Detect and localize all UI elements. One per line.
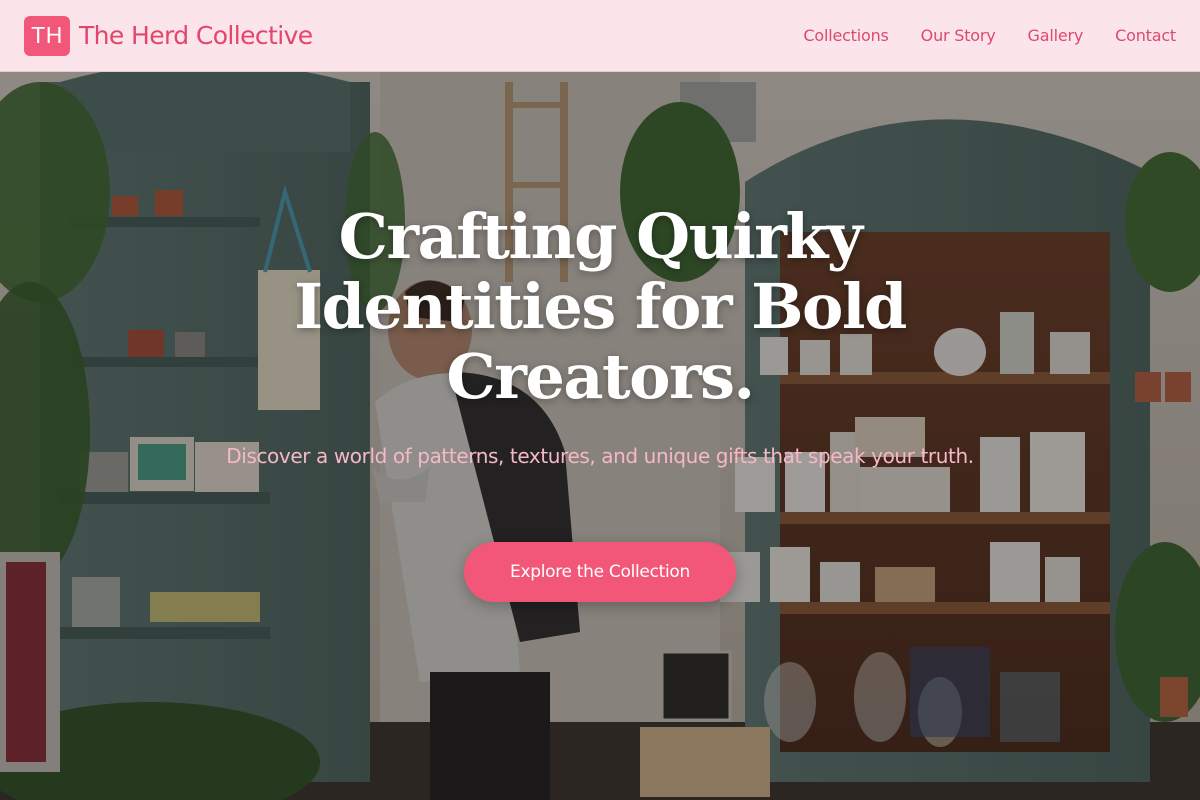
logo-mark: TH (24, 15, 70, 56)
explore-collection-button[interactable]: Explore the Collection (464, 542, 736, 602)
nav-link-contact[interactable]: Contact (1115, 26, 1176, 45)
brand-name: The Herd Collective (79, 21, 313, 50)
nav-link-our-story[interactable]: Our Story (921, 26, 996, 45)
brand-logo-link[interactable]: TH The Herd Collective (24, 15, 313, 56)
nav-link-gallery[interactable]: Gallery (1028, 26, 1084, 45)
nav-link-collections[interactable]: Collections (803, 26, 888, 45)
hero-content: Crafting Quirky Identities for Bold Crea… (0, 72, 1200, 800)
hero-title: Crafting Quirky Identities for Bold Crea… (294, 200, 907, 413)
site-header: TH The Herd Collective Collections Our S… (0, 0, 1200, 72)
hero-subtitle: Discover a world of patterns, textures, … (226, 444, 974, 468)
hero-section: Crafting Quirky Identities for Bold Crea… (0, 72, 1200, 800)
main-nav: Collections Our Story Gallery Contact (803, 26, 1176, 45)
